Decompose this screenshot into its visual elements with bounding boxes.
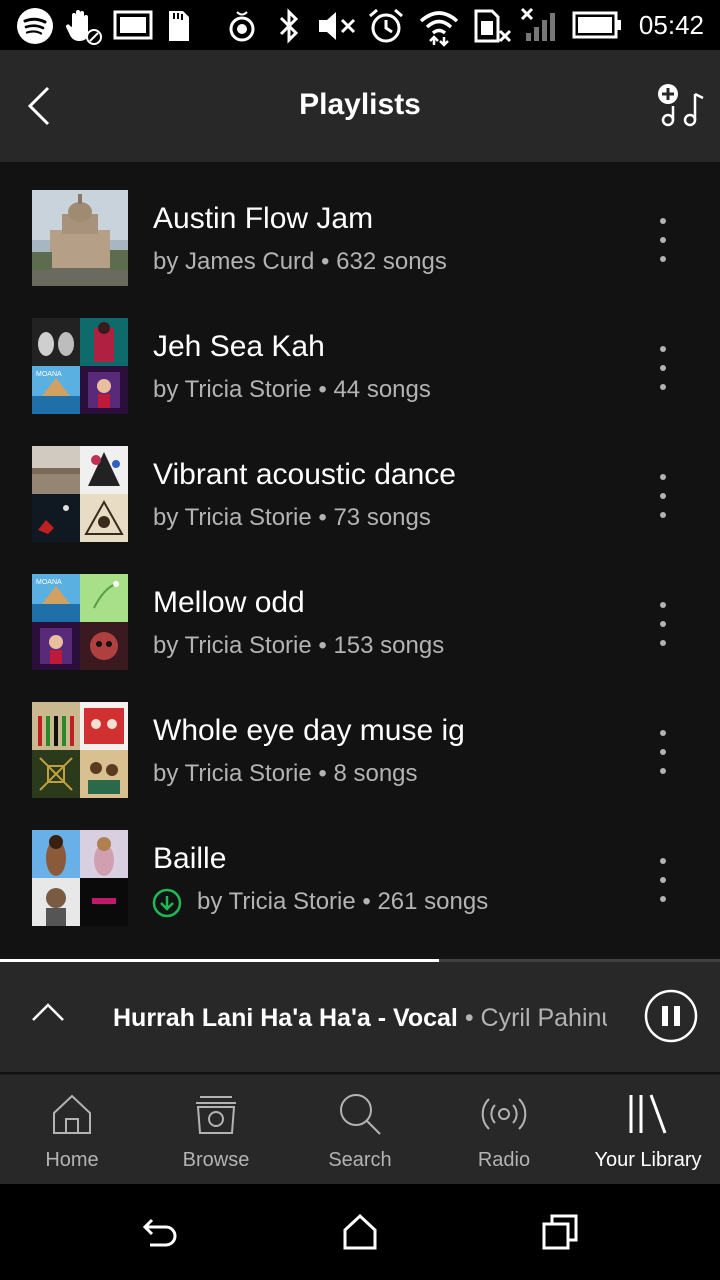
playlist-title: Austin Flow Jam — [153, 202, 374, 235]
playlist-subtitle: by Tricia Storie • 261 songs — [197, 888, 489, 915]
svg-text:MOANA: MOANA — [36, 371, 62, 378]
bluetooth-icon — [279, 8, 299, 44]
playlist-row[interactable]: Whole eye day muse ig by Tricia Storie •… — [0, 674, 720, 802]
wifi-icon — [419, 11, 459, 47]
nav-radio[interactable]: Radio — [432, 1075, 576, 1185]
page-title: Playlists — [299, 88, 421, 121]
playlist-cover: MOANA — [32, 318, 128, 414]
app-header: Playlists — [0, 50, 720, 162]
status-bar: 05:42 — [0, 0, 720, 50]
browse-icon — [196, 1096, 236, 1134]
system-home-icon[interactable] — [340, 1212, 380, 1252]
playlist-cover — [32, 446, 128, 542]
playlist-subtitle: by Tricia Storie • 44 songs — [153, 376, 431, 403]
now-playing-title: Hurrah Lani Ha'a Ha'a - Vocal — [113, 1004, 458, 1032]
fire-icon — [229, 11, 255, 42]
playlist-row[interactable]: MOANA Jeh Sea Kah by Tricia Storie • 44 … — [0, 290, 720, 418]
nav-label: Search — [328, 1149, 392, 1171]
hand-icon — [66, 10, 102, 45]
system-nav-bar — [0, 1184, 720, 1280]
nav-search[interactable]: Search — [288, 1075, 432, 1185]
downloaded-icon — [152, 888, 182, 918]
playlist-cover — [32, 702, 128, 798]
pause-icon[interactable] — [644, 989, 698, 1043]
nav-label: Home — [45, 1149, 99, 1171]
playlist-cover — [32, 190, 128, 286]
playlist-subtitle: by James Curd • 632 songs — [153, 248, 447, 275]
playlist-row[interactable]: Austin Flow Jam by James Curd • 632 song… — [0, 162, 720, 290]
playlist-cover: MOANA — [32, 574, 128, 670]
now-playing-bar[interactable]: Hurrah Lani Ha'a Ha'a - Vocal • Cyril Pa… — [0, 962, 720, 1072]
chevron-up-icon[interactable] — [30, 1000, 66, 1024]
no-sim-icon — [474, 9, 512, 43]
playlist-title: Jeh Sea Kah — [153, 330, 325, 363]
playlist-row[interactable]: Baille by Tricia Storie • 261 songs — [0, 802, 720, 930]
battery-icon — [572, 11, 621, 39]
sd-card-icon — [169, 11, 189, 41]
image-icon — [113, 10, 153, 40]
playlist-title: Baille — [153, 842, 227, 875]
playlist-cover — [32, 830, 128, 926]
system-back-icon[interactable] — [140, 1212, 180, 1252]
nav-your-library[interactable]: Your Library — [576, 1075, 720, 1185]
nav-label: Radio — [477, 1149, 531, 1171]
add-playlist-icon[interactable] — [656, 82, 706, 132]
system-recents-icon[interactable] — [540, 1212, 580, 1252]
more-options-icon[interactable] — [648, 468, 678, 524]
playlist-subtitle: by Tricia Storie • 73 songs — [153, 504, 431, 531]
more-options-icon[interactable] — [648, 340, 678, 396]
clock: 05:42 — [638, 10, 704, 40]
nav-browse[interactable]: Browse — [144, 1075, 288, 1185]
now-playing-separator: • — [457, 1004, 481, 1032]
nav-home[interactable]: Home — [0, 1075, 144, 1185]
nav-label: Your Library — [594, 1149, 702, 1171]
spotify-icon — [17, 8, 53, 44]
now-playing-artist: Cyril Pahinui — [480, 1004, 607, 1032]
radio-icon — [481, 1098, 527, 1130]
alarm-icon — [369, 8, 403, 43]
playlist-title: Whole eye day muse ig — [153, 714, 465, 747]
search-icon — [340, 1094, 381, 1135]
svg-text:MOANA: MOANA — [36, 579, 62, 586]
bottom-nav: Home Browse Search Radio Your Library — [0, 1074, 720, 1185]
more-options-icon[interactable] — [648, 724, 678, 780]
volume-mute-icon — [319, 12, 356, 40]
nav-label: Browse — [182, 1149, 250, 1171]
home-icon — [53, 1094, 91, 1134]
playlist-title: Mellow odd — [153, 586, 305, 619]
now-playing-text: Hurrah Lani Ha'a Ha'a - Vocal • Cyril Pa… — [113, 1004, 607, 1033]
playlist-subtitle: by Tricia Storie • 8 songs — [153, 760, 418, 787]
more-options-icon[interactable] — [648, 596, 678, 652]
playlist-subtitle: by Tricia Storie • 153 songs — [153, 632, 445, 659]
playlist-list[interactable]: Austin Flow Jam by James Curd • 632 song… — [0, 162, 720, 960]
signal-icon — [520, 7, 555, 41]
playlist-title: Vibrant acoustic dance — [153, 458, 456, 491]
playlist-row[interactable]: Vibrant acoustic dance by Tricia Storie … — [0, 418, 720, 546]
library-icon — [629, 1094, 667, 1134]
playlist-row[interactable]: MOANA Mellow odd by Tricia Storie • 153 … — [0, 546, 720, 674]
more-options-icon[interactable] — [648, 852, 678, 908]
more-options-icon[interactable] — [648, 212, 678, 268]
